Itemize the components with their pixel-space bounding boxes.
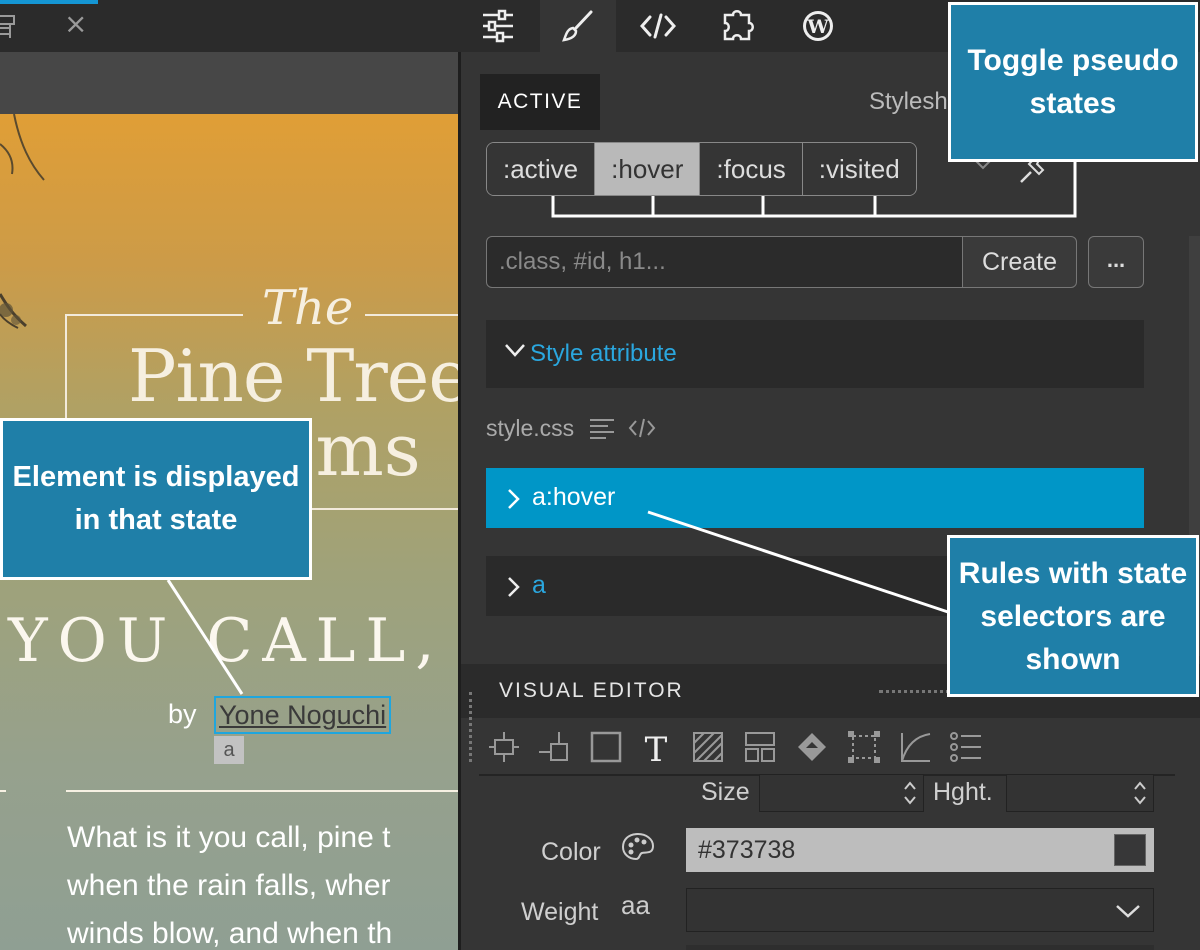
font-weight-icon: aa: [621, 890, 650, 920]
color-swatch[interactable]: [1114, 834, 1146, 866]
code-icon: [640, 13, 676, 39]
code-icon[interactable]: [628, 416, 656, 440]
size-label: Size: [701, 778, 750, 806]
resize-handle[interactable]: [469, 692, 472, 762]
rule-selector: a:hover: [532, 483, 616, 511]
poem-body: What is it you call, pine t when the rai…: [67, 814, 392, 950]
sliders-icon: [483, 9, 513, 43]
typography-icon[interactable]: T: [639, 730, 673, 764]
divider: [66, 790, 460, 792]
rule-selector: a: [532, 571, 546, 599]
code-view-button[interactable]: [620, 0, 696, 52]
height-input[interactable]: [1006, 774, 1154, 812]
visual-editor-title: VISUAL EDITOR: [499, 679, 684, 702]
puzzle-icon: [723, 10, 754, 41]
height-label: Hght.: [933, 778, 993, 806]
weight-label: Weight: [521, 898, 599, 926]
callout-element-state: Element is displayed in that state: [0, 418, 312, 580]
transition-icon[interactable]: [899, 730, 933, 764]
pseudo-visited-toggle[interactable]: :visited: [802, 143, 916, 195]
next-property-row: [686, 945, 1154, 950]
color-value: #373738: [698, 836, 796, 864]
fill-icon[interactable]: [795, 730, 829, 764]
rule-row-selected[interactable]: a:hover: [486, 468, 1144, 528]
document-tab-bar: ×: [0, 0, 460, 52]
tab-active[interactable]: ACTIVE: [480, 74, 600, 130]
more-options-button[interactable]: ...: [1088, 236, 1144, 288]
border-icon[interactable]: [847, 730, 881, 764]
stepper-icon[interactable]: [903, 777, 917, 809]
wordpress-button[interactable]: W: [780, 0, 856, 52]
poem-line: What is it you call, pine t: [67, 821, 391, 854]
background-icon[interactable]: [691, 730, 725, 764]
list-style-icon[interactable]: [949, 730, 983, 764]
title-frame-line: [65, 314, 67, 418]
pseudo-state-toggles: :active :hover :focus :visited: [486, 142, 917, 196]
stepper-icon[interactable]: [1133, 777, 1147, 809]
color-label: Color: [541, 838, 601, 866]
style-attribute-label: Style attribute: [530, 340, 677, 367]
visual-editor-sections: T: [479, 718, 1175, 776]
stylesheet-header: style.css: [486, 410, 656, 446]
selected-element-tag: a: [214, 736, 244, 764]
title-article: The: [262, 280, 354, 336]
pseudo-focus-toggle[interactable]: :focus: [700, 143, 803, 195]
color-input[interactable]: #373738: [686, 828, 1154, 872]
style-rules-panel: ACTIVE Stylesheets :active :hover :focus…: [461, 52, 1200, 950]
title-frame-line: [308, 508, 460, 510]
close-tab-icon[interactable]: ×: [64, 8, 87, 40]
box-icon[interactable]: [589, 730, 623, 764]
settings-button[interactable]: [460, 0, 536, 52]
style-attribute-section[interactable]: Style attribute: [486, 320, 1144, 388]
css-editor-button[interactable]: [540, 0, 616, 52]
palette-icon[interactable]: [621, 832, 655, 862]
tree-branch-graphic: [0, 114, 45, 329]
stylesheet-name[interactable]: style.css: [486, 415, 574, 442]
page-title: Pine Trees: [128, 334, 460, 418]
title-frame-line: [65, 314, 243, 316]
selector-input[interactable]: .class, #id, h1...: [486, 236, 964, 288]
layout-icon[interactable]: [743, 730, 777, 764]
chevron-down-icon: [1116, 905, 1140, 918]
pseudo-hover-toggle[interactable]: :hover: [595, 143, 701, 195]
divider: [0, 790, 6, 792]
list-icon[interactable]: [588, 416, 616, 440]
create-rule-button[interactable]: Create: [962, 236, 1077, 288]
active-tab-indicator: [0, 0, 98, 4]
spacing-icon[interactable]: [487, 730, 521, 764]
components-button[interactable]: [700, 0, 776, 52]
svg-text:W: W: [806, 16, 829, 38]
author-link[interactable]: Yone Noguchi: [214, 696, 392, 734]
document-tab-icon[interactable]: [0, 12, 26, 38]
wordpress-icon: W: [803, 11, 833, 41]
chevron-down-icon: [505, 344, 525, 357]
chevron-right-icon: [508, 489, 520, 509]
poem-heading: YOU CALL,: [8, 606, 445, 676]
size-input[interactable]: [759, 774, 924, 812]
byline-prefix: by: [168, 699, 197, 729]
pseudo-active-toggle[interactable]: :active: [487, 143, 596, 195]
callout-rules-shown: Rules with state selectors are shown: [947, 535, 1199, 697]
chevron-right-icon: [508, 577, 520, 597]
weight-select[interactable]: [686, 888, 1154, 932]
brush-icon: [562, 10, 593, 42]
title-frame-line: [365, 314, 460, 316]
svg-text:T: T: [645, 730, 668, 764]
preview-toolbar: [0, 52, 460, 114]
position-icon[interactable]: [537, 730, 571, 764]
poem-line: winds blow, and when th: [67, 917, 393, 950]
poem-line: when the rain falls, wher: [67, 869, 391, 902]
callout-toggle-pseudo-states: Toggle pseudo states: [948, 2, 1198, 162]
